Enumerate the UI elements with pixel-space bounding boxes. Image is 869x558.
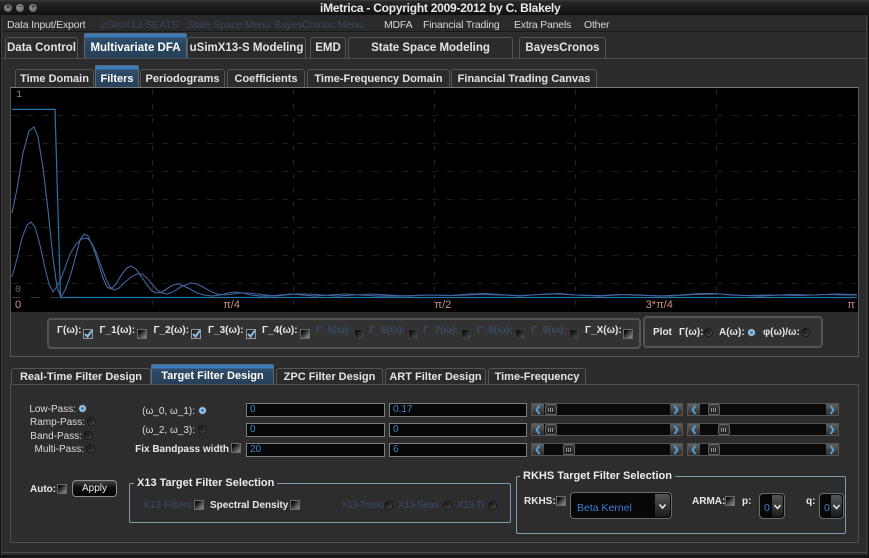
svg-text:π: π <box>847 299 855 311</box>
svg-text:π/2: π/2 <box>435 299 452 311</box>
svg-text:π/4: π/4 <box>223 299 240 311</box>
svg-text:0: 0 <box>15 299 21 311</box>
svg-text:0: 0 <box>15 285 21 296</box>
svg-text:3*π/4: 3*π/4 <box>646 299 673 311</box>
svg-text:1: 1 <box>16 90 22 101</box>
